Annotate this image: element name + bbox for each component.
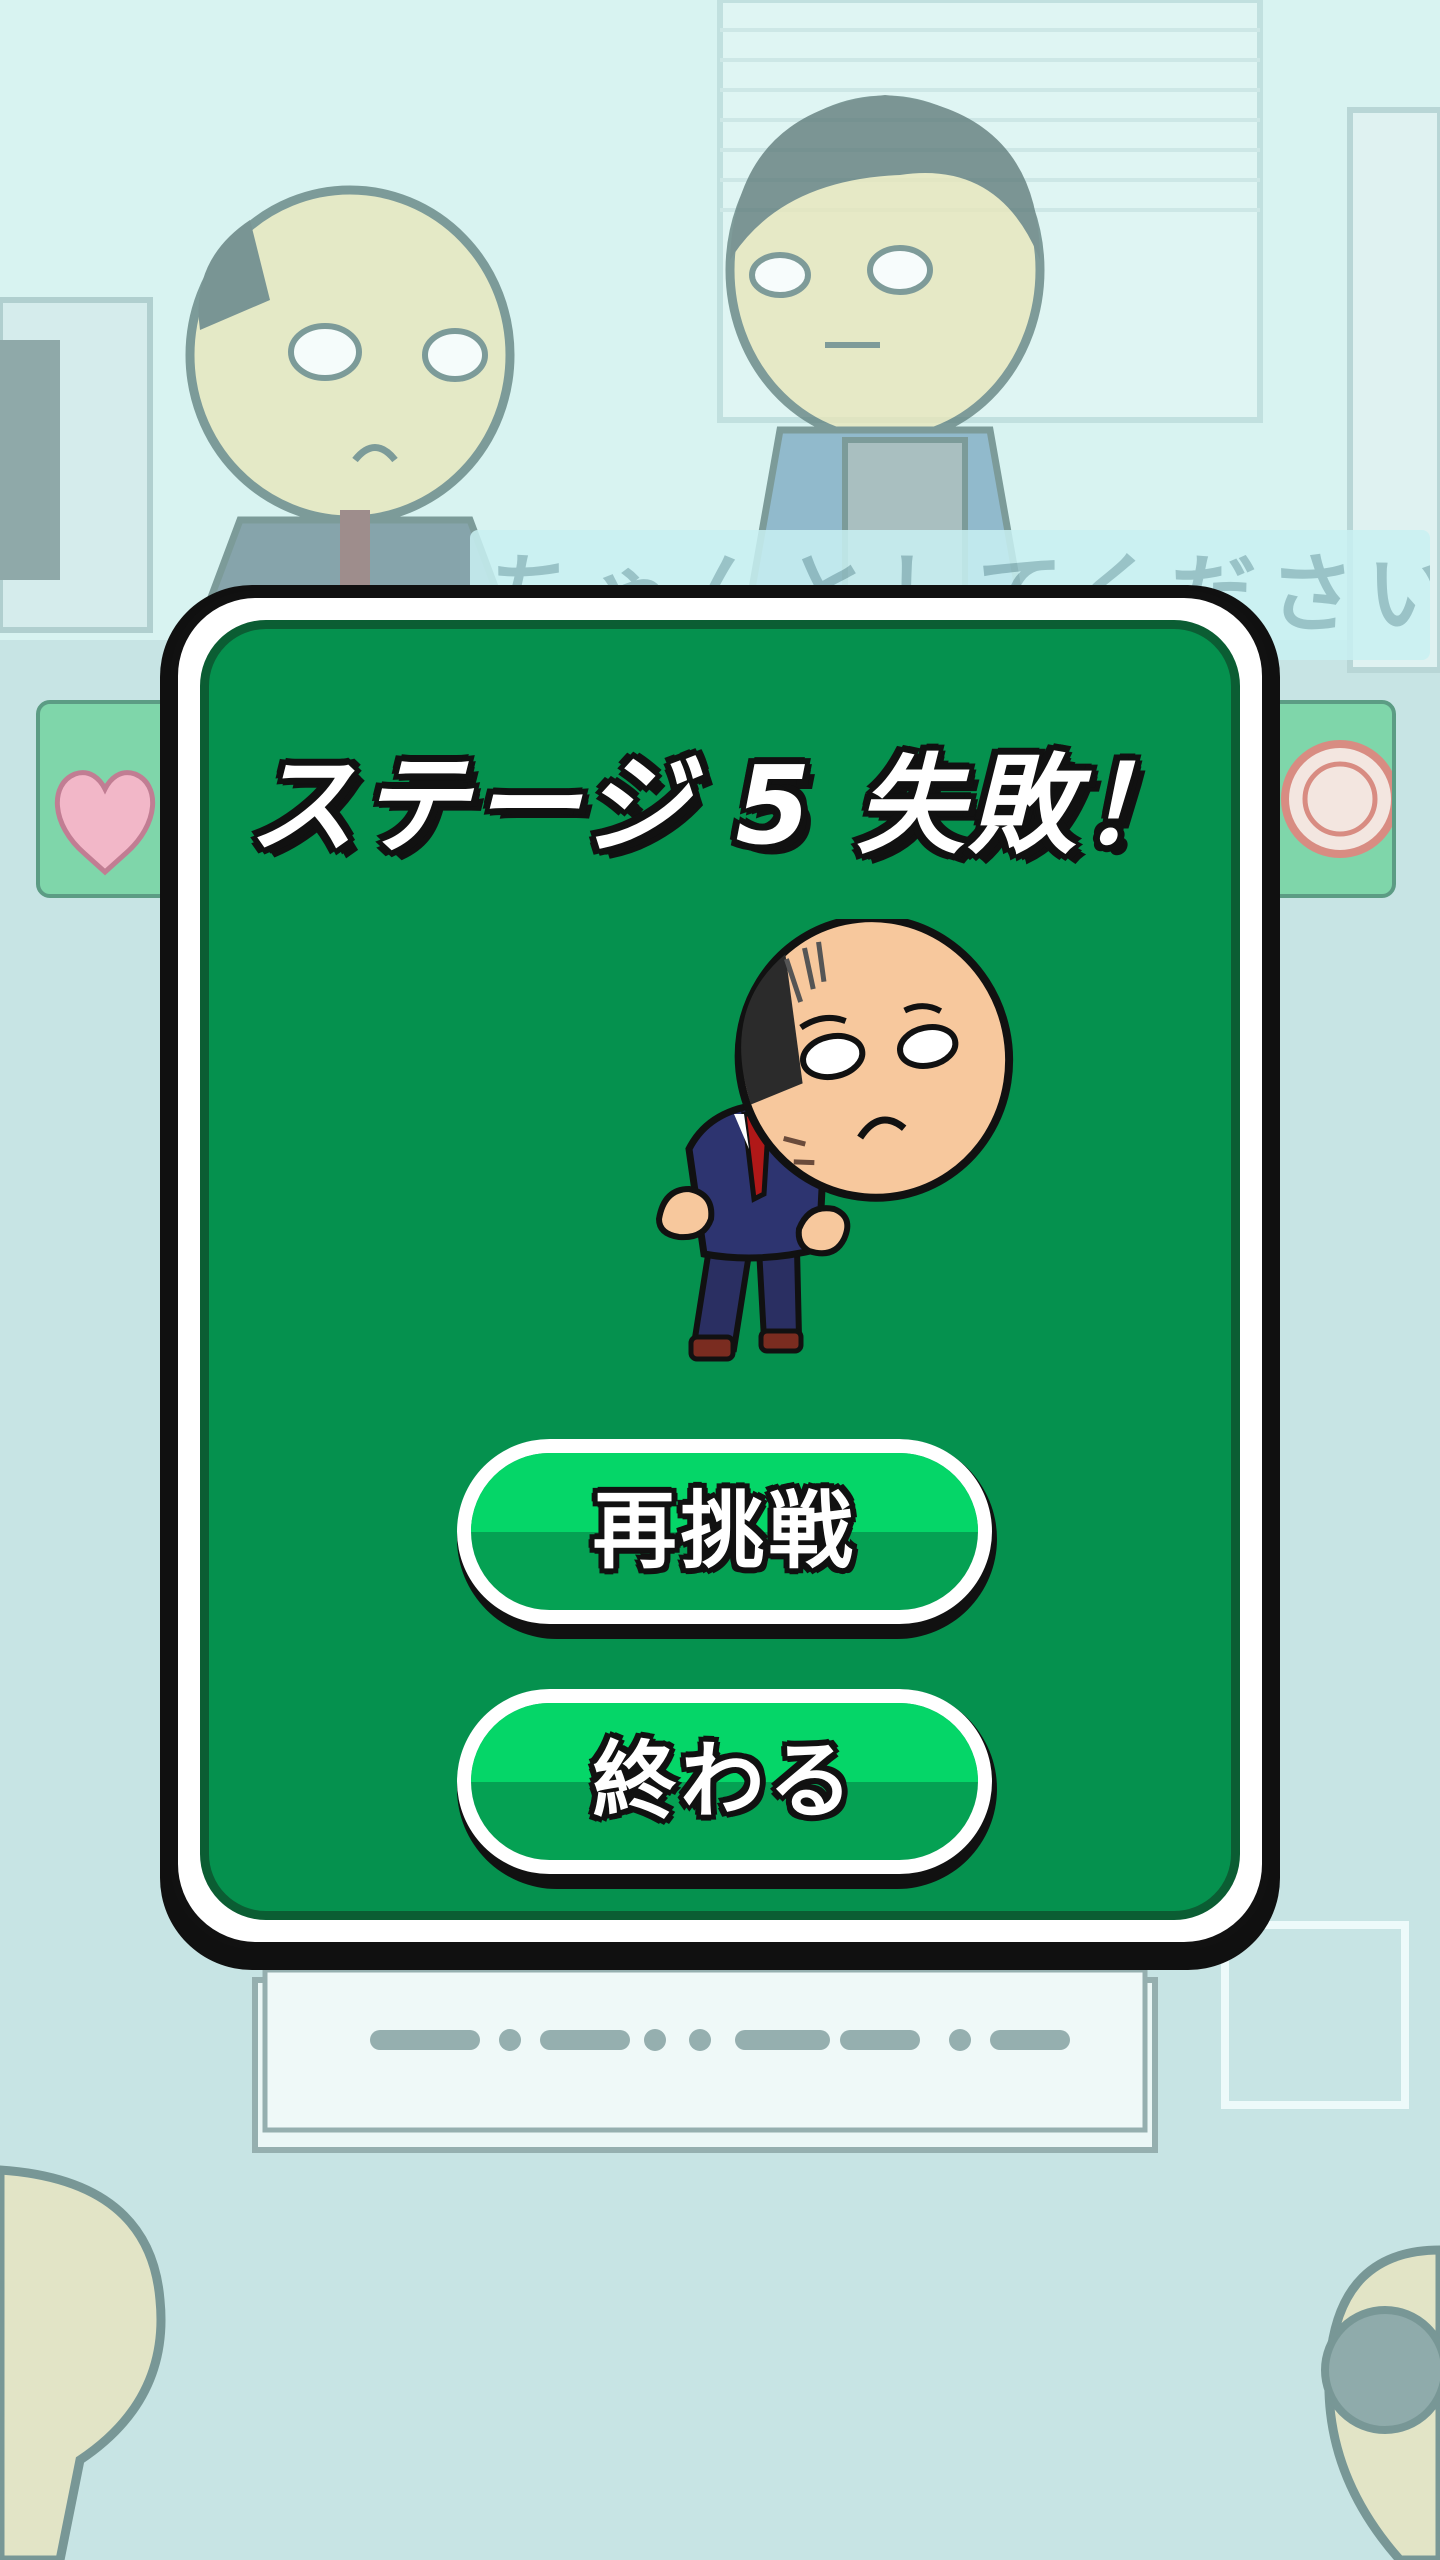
quit-button-body: 終わる [471, 1703, 978, 1860]
retry-button[interactable]: 再挑戦 [457, 1439, 997, 1639]
quit-button[interactable]: 終わる [457, 1689, 997, 1889]
dialog-title: ステージ 5 失敗！ [247, 744, 1193, 869]
dialog-panel: ステージ 5 失敗！ 再挑戦 終わる [200, 620, 1240, 1920]
quit-button-label: 終わる [592, 1732, 857, 1830]
sad-salaryman-icon [655, 919, 1014, 1362]
hud-stamp-panel [1266, 700, 1399, 898]
bg-young-man [725, 95, 1045, 604]
bg-papers [252, 1967, 1158, 2153]
bg-old-man [185, 185, 515, 604]
stage-failed-dialog: ステージ 5 失敗！ 再挑戦 終わる [170, 590, 1270, 1950]
stamp-icon [1281, 740, 1399, 858]
retry-button-label: 再挑戦 [592, 1482, 857, 1580]
retry-button-body: 再挑戦 [471, 1453, 978, 1610]
